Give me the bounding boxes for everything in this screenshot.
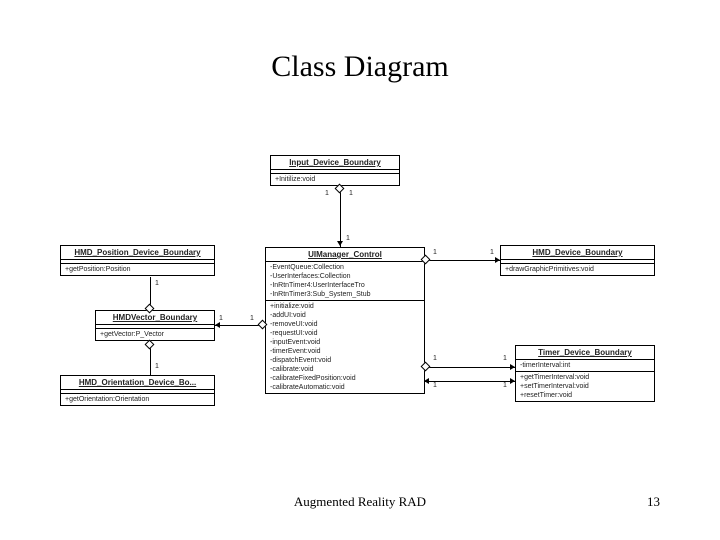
class-name: HMDVector_Boundary	[96, 311, 214, 325]
multiplicity: 1	[250, 315, 254, 322]
class-diagram: Input_Device_Boundary +Initilize:void UI…	[60, 155, 660, 465]
class-input-device-boundary: Input_Device_Boundary +Initilize:void	[270, 155, 400, 186]
class-name: Timer_Device_Boundary	[516, 346, 654, 360]
class-hmd-orientation: HMD_Orientation_Device_Bo... +getOrienta…	[60, 375, 215, 406]
arrow-icon	[424, 378, 429, 384]
arrow-icon	[510, 378, 515, 384]
class-hmd-vector: HMDVector_Boundary +getVector:P_Vector	[95, 310, 215, 341]
class-uimanager-control: UIManager_Control -EventQueue:Collection…	[265, 247, 425, 394]
class-ops: +getTimerInterval:void +setTimerInterval…	[516, 372, 654, 401]
multiplicity: 1	[346, 235, 350, 242]
connector-line	[150, 345, 151, 375]
multiplicity: 1	[325, 190, 329, 197]
multiplicity: 1	[349, 190, 353, 197]
multiplicity: 1	[155, 363, 159, 370]
arrow-icon	[495, 257, 500, 263]
footer-caption: Augmented Reality RAD	[0, 494, 720, 510]
arrow-icon	[510, 364, 515, 370]
arrow-icon	[337, 241, 343, 246]
page-title: Class Diagram	[0, 50, 720, 84]
class-name: Input_Device_Boundary	[271, 156, 399, 170]
connector-line	[425, 260, 500, 261]
class-attrs: -timerInterval:int	[516, 360, 654, 372]
class-name: HMD_Device_Boundary	[501, 246, 654, 260]
class-hmd-device: HMD_Device_Boundary +drawGraphicPrimitiv…	[500, 245, 655, 276]
class-name: UIManager_Control	[266, 248, 424, 262]
class-name: HMD_Orientation_Device_Bo...	[61, 376, 214, 390]
class-timer-device: Timer_Device_Boundary -timerInterval:int…	[515, 345, 655, 402]
multiplicity: 1	[433, 355, 437, 362]
class-ops: +initialize:void -addUI:void -removeUI:v…	[266, 301, 424, 393]
arrow-icon	[215, 322, 220, 328]
multiplicity: 1	[433, 382, 437, 389]
multiplicity: 1	[155, 280, 159, 287]
class-hmd-position: HMD_Position_Device_Boundary +getPositio…	[60, 245, 215, 276]
class-name: HMD_Position_Device_Boundary	[61, 246, 214, 260]
connector-line	[425, 367, 515, 368]
class-ops: +getOrientation:Orientation	[61, 394, 214, 405]
class-ops: +getVector:P_Vector	[96, 329, 214, 340]
connector-line	[340, 187, 341, 247]
multiplicity: 1	[503, 355, 507, 362]
multiplicity: 1	[490, 249, 494, 256]
class-ops: +getPosition:Position	[61, 264, 214, 275]
page-number: 13	[647, 494, 660, 510]
multiplicity: 1	[433, 249, 437, 256]
class-ops: +drawGraphicPrimitives:void	[501, 264, 654, 275]
multiplicity: 1	[503, 382, 507, 389]
connector-line	[425, 381, 515, 382]
class-attrs: -EventQueue:Collection -UserInterfaces:C…	[266, 262, 424, 301]
class-ops: +Initilize:void	[271, 174, 399, 185]
aggregation-diamond	[145, 340, 155, 350]
multiplicity: 1	[219, 315, 223, 322]
